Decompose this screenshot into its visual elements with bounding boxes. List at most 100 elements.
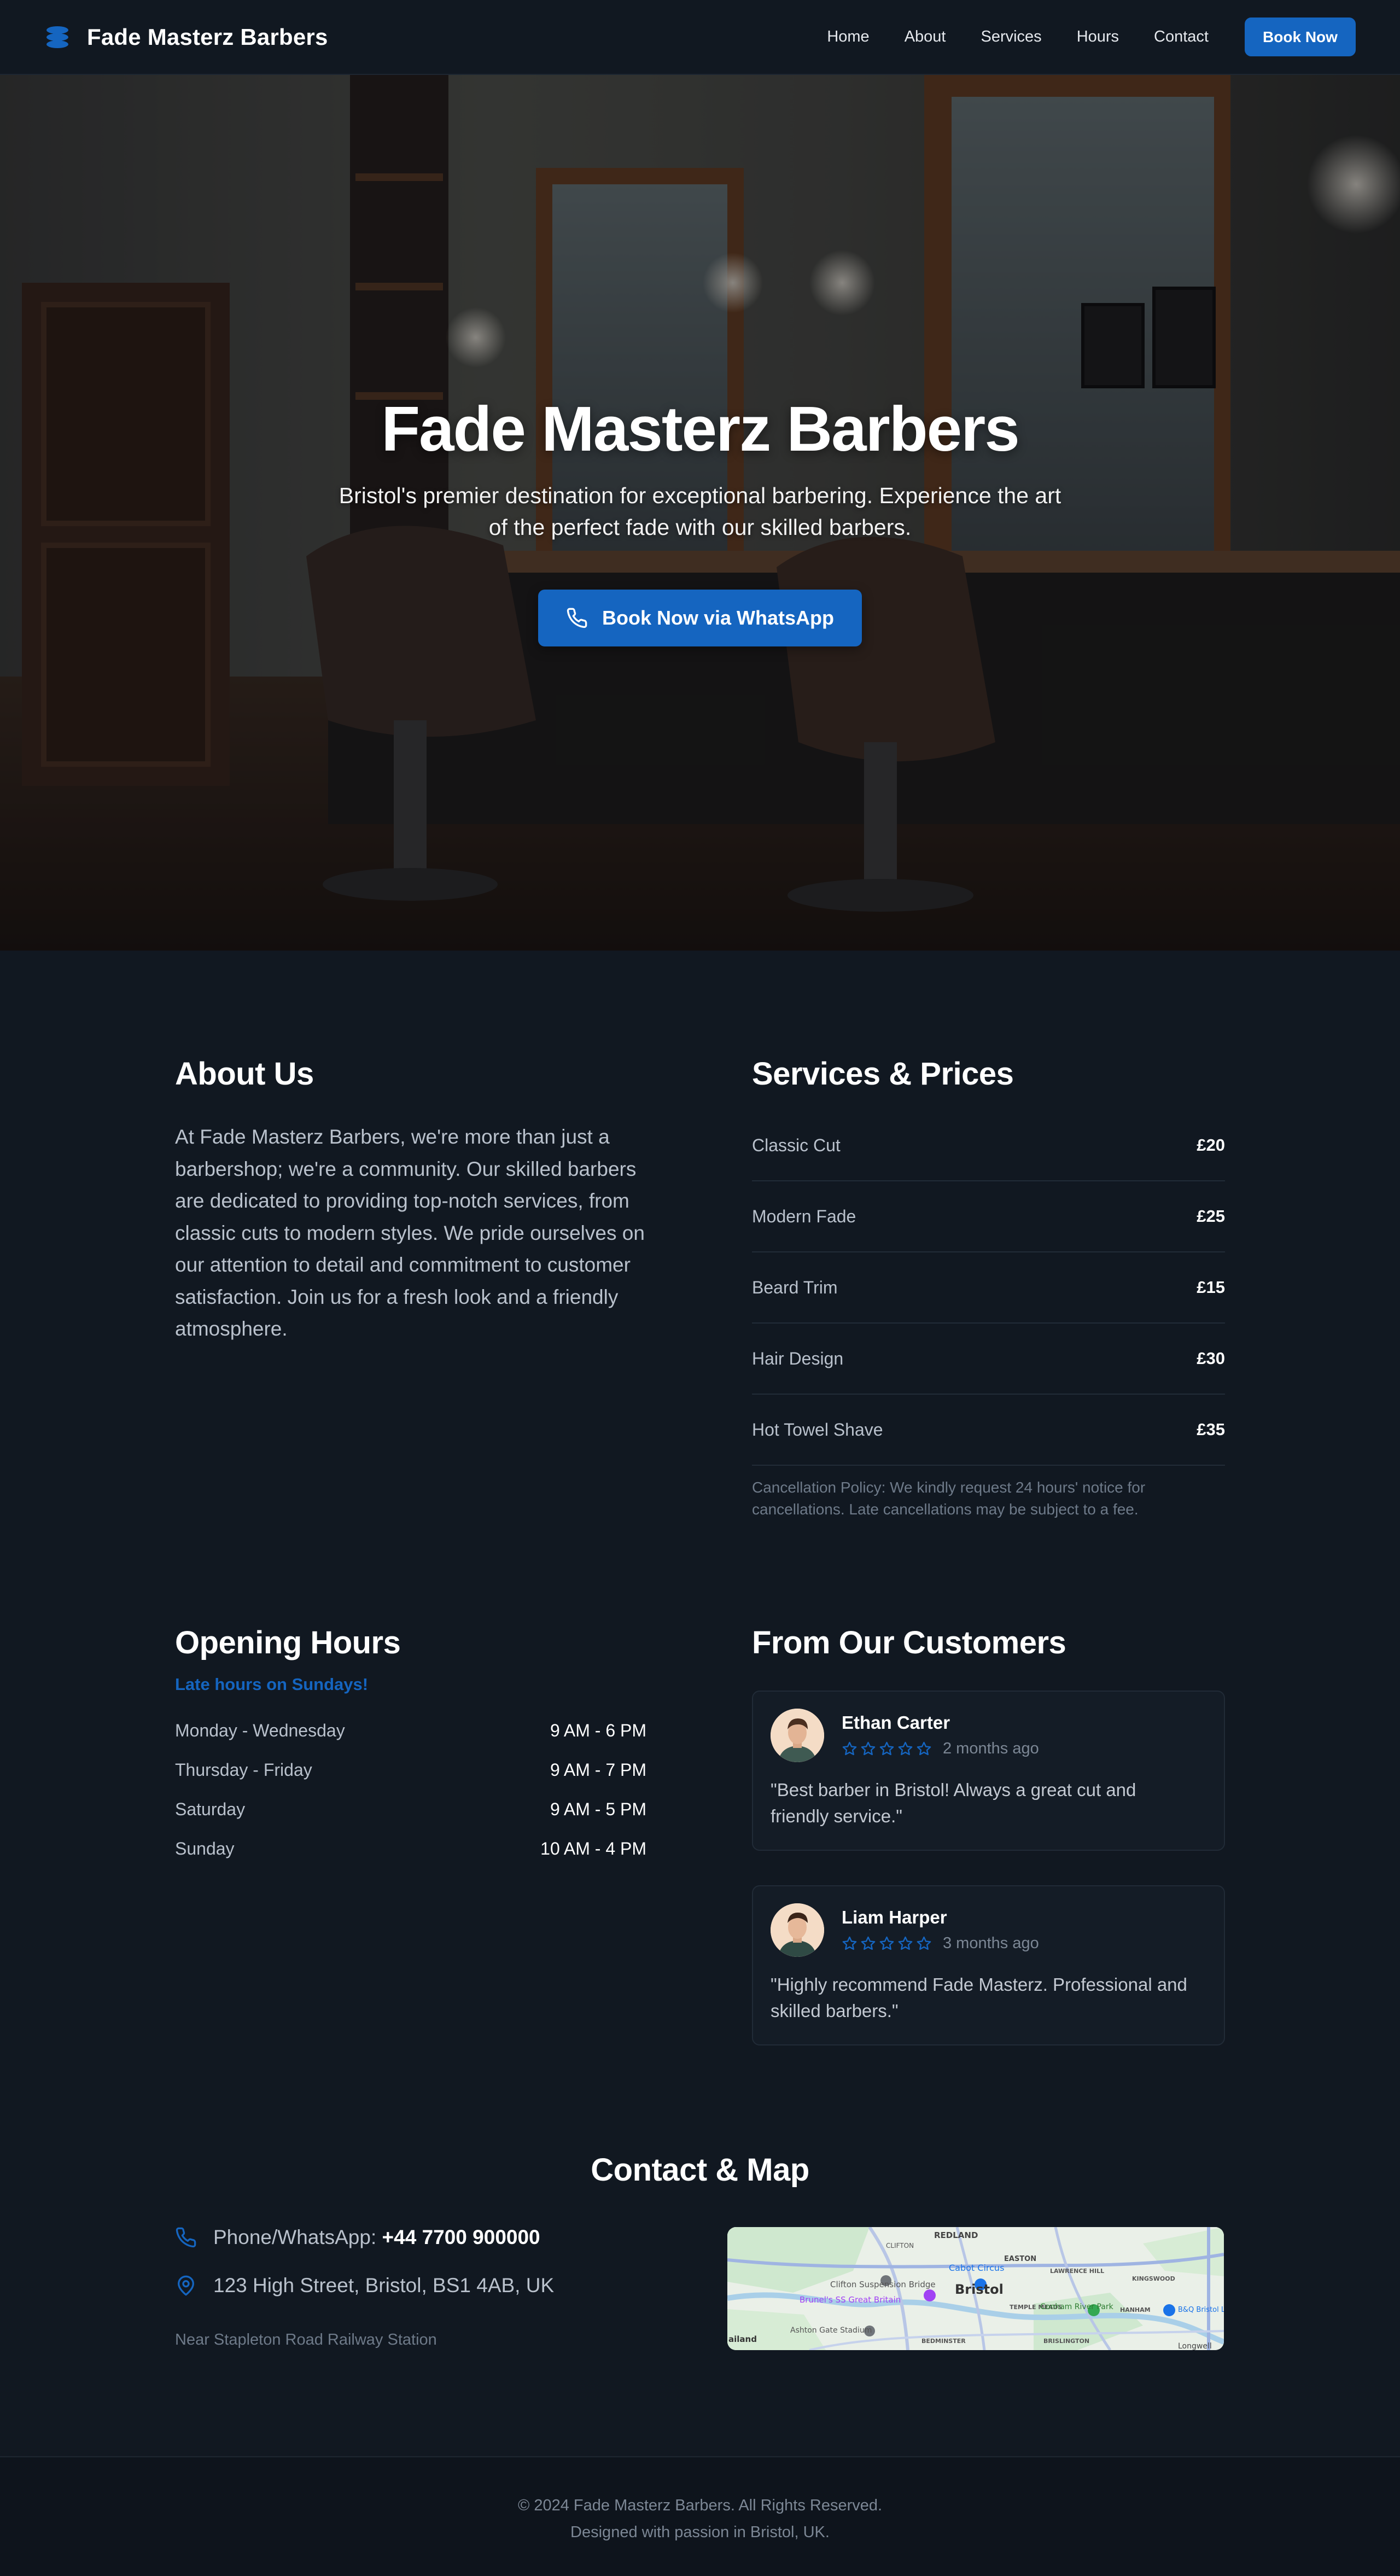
cancellation-policy: Cancellation Policy: We kindly request 2… — [752, 1479, 1146, 1518]
service-price: £20 — [1197, 1135, 1225, 1155]
nearby-landmark: Near Stapleton Road Railway Station — [175, 2331, 437, 2348]
service-name: Beard Trim — [752, 1277, 838, 1297]
hours-day: Thursday - Friday — [175, 1759, 312, 1780]
service-row: Hair Design £30 — [752, 1324, 1225, 1395]
hero-section: Fade Masterz Barbers Bristol's premier d… — [0, 75, 1400, 951]
hours-row: Saturday 9 AM - 5 PM — [175, 1790, 646, 1829]
map-label: Brunel's SS Great Britain — [800, 2295, 901, 2305]
map-label: KINGSWOOD — [1132, 2275, 1175, 2282]
map-label: LAWRENCE HILL — [1050, 2268, 1104, 2275]
map-label: HANHAM — [1120, 2306, 1151, 2313]
contact-address: 123 High Street, Bristol, BS1 4AB, UK — [175, 2274, 554, 2297]
nav-link-about[interactable]: About — [905, 28, 946, 46]
services-list: Classic Cut £20 Modern Fade £25 Beard Tr… — [752, 1110, 1225, 1466]
service-price: £35 — [1197, 1420, 1225, 1439]
review-date: 2 months ago — [943, 1740, 1039, 1757]
contact-heading: Contact & Map — [591, 2152, 809, 2188]
hours-row: Sunday 10 AM - 4 PM — [175, 1829, 646, 1868]
barber-stack-icon — [46, 26, 68, 48]
phone-line: Phone/WhatsApp: +44 7700 900000 — [213, 2226, 540, 2249]
review-text: "Highly recommend Fade Masterz. Professi… — [771, 1974, 1187, 2021]
services-heading: Services & Prices — [752, 1056, 1014, 1092]
service-row: Classic Cut £20 — [752, 1110, 1225, 1181]
hours-row: Monday - Wednesday 9 AM - 6 PM — [175, 1711, 646, 1750]
service-price: £15 — [1197, 1278, 1225, 1297]
map-label: REDLAND — [934, 2230, 978, 2240]
star-icon — [898, 1936, 913, 1950]
hours-day: Saturday — [175, 1799, 246, 1819]
hours-time: 9 AM - 7 PM — [550, 1759, 646, 1780]
map-label: Clifton Suspension Bridge — [830, 2280, 936, 2289]
late-hours-note: Late hours on Sundays! — [175, 1675, 369, 1694]
hours-day: Sunday — [175, 1838, 235, 1858]
avatar-image — [771, 1903, 824, 1957]
hours-time: 9 AM - 5 PM — [550, 1799, 646, 1819]
hours-heading: Opening Hours — [175, 1625, 401, 1660]
map-label: B&Q Bristol Longwell — [1178, 2306, 1224, 2314]
star-icon — [879, 1936, 894, 1950]
reviewer-name: Liam Harper — [842, 1907, 947, 1927]
map-label: ailand — [728, 2334, 757, 2344]
map-label: Conham River Park — [1040, 2303, 1114, 2311]
nav-link-contact[interactable]: Contact — [1154, 28, 1209, 46]
book-now-button[interactable]: Book Now — [1245, 18, 1356, 56]
nav-links: Home About Services Hours Contact Book N… — [792, 18, 1356, 56]
star-icon — [842, 1741, 857, 1756]
map-label: Bristol — [955, 2282, 1004, 2297]
service-name: Modern Fade — [752, 1206, 856, 1226]
hours-row: Thursday - Friday 9 AM - 7 PM — [175, 1750, 646, 1790]
hours-time: 9 AM - 6 PM — [550, 1720, 646, 1740]
star-icon — [861, 1741, 876, 1756]
service-price: £25 — [1197, 1207, 1225, 1226]
star-icon — [917, 1741, 931, 1756]
hours-time: 10 AM - 4 PM — [540, 1838, 646, 1858]
phone-icon — [567, 608, 587, 628]
nav-link-services[interactable]: Services — [981, 28, 1041, 46]
address-text: 123 High Street, Bristol, BS1 4AB, UK — [213, 2274, 555, 2297]
map-label: BRISLINGTON — [1043, 2338, 1089, 2345]
hero-subtitle: Bristol's premier destination for except… — [339, 483, 1061, 540]
service-price: £30 — [1197, 1349, 1225, 1368]
hours-day: Monday - Wednesday — [175, 1720, 345, 1740]
hours-table: Monday - Wednesday 9 AM - 6 PM Thursday … — [175, 1711, 646, 1868]
avatar — [771, 1709, 824, 1762]
footer-tagline: Designed with passion in Bristol, UK. — [570, 2523, 830, 2541]
location-map[interactable]: REDLAND CLIFTON Clifton Suspension Bridg… — [727, 2227, 1224, 2350]
review-meta: 2 months ago — [842, 1740, 1039, 1758]
star-icon — [842, 1936, 857, 1950]
about-text: At Fade Masterz Barbers, we're more than… — [175, 1126, 645, 1340]
brand-name: Fade Masterz Barbers — [87, 24, 328, 50]
nav-link-home[interactable]: Home — [827, 28, 869, 46]
review-card: Liam Harper 3 months ago "Highly recomme… — [752, 1885, 1225, 2045]
phone-number[interactable]: +44 7700 900000 — [382, 2226, 540, 2248]
map-label: BEDMINSTER — [921, 2338, 966, 2345]
hero-content: Fade Masterz Barbers Bristol's premier d… — [0, 75, 1400, 951]
map-image: REDLAND CLIFTON Clifton Suspension Bridg… — [727, 2227, 1224, 2350]
service-name: Hair Design — [752, 1348, 844, 1368]
phone-label: Phone/WhatsApp: — [213, 2226, 382, 2248]
service-row: Hot Towel Shave £35 — [752, 1395, 1225, 1466]
top-nav: Fade Masterz Barbers Home About Services… — [0, 0, 1400, 75]
about-heading: About Us — [175, 1056, 314, 1092]
map-label: CLIFTON — [886, 2242, 914, 2249]
contact-phone[interactable]: Phone/WhatsApp: +44 7700 900000 — [175, 2226, 540, 2249]
map-label: Cabot Circus — [949, 2263, 1004, 2273]
reviewer-name: Ethan Carter — [842, 1712, 950, 1733]
star-icon — [879, 1741, 894, 1756]
service-name: Hot Towel Shave — [752, 1419, 883, 1439]
service-row: Beard Trim £15 — [752, 1252, 1225, 1324]
map-label: EASTON — [1004, 2255, 1036, 2263]
avatar-image — [771, 1709, 824, 1762]
star-rating — [842, 1741, 932, 1757]
star-icon — [861, 1936, 876, 1950]
avatar — [771, 1903, 824, 1957]
nav-link-hours[interactable]: Hours — [1077, 28, 1119, 46]
review-card: Ethan Carter 2 months ago "Best barber i… — [752, 1691, 1225, 1851]
map-label: Ashton Gate Stadium — [790, 2326, 872, 2335]
hero-title: Fade Masterz Barbers — [381, 393, 1020, 464]
brand[interactable]: Fade Masterz Barbers — [44, 24, 328, 50]
whatsapp-booking-label: Book Now via WhatsApp — [602, 607, 835, 629]
whatsapp-booking-button[interactable]: Book Now via WhatsApp — [538, 590, 862, 646]
reviews-heading: From Our Customers — [752, 1625, 1066, 1660]
service-name: Classic Cut — [752, 1135, 841, 1155]
